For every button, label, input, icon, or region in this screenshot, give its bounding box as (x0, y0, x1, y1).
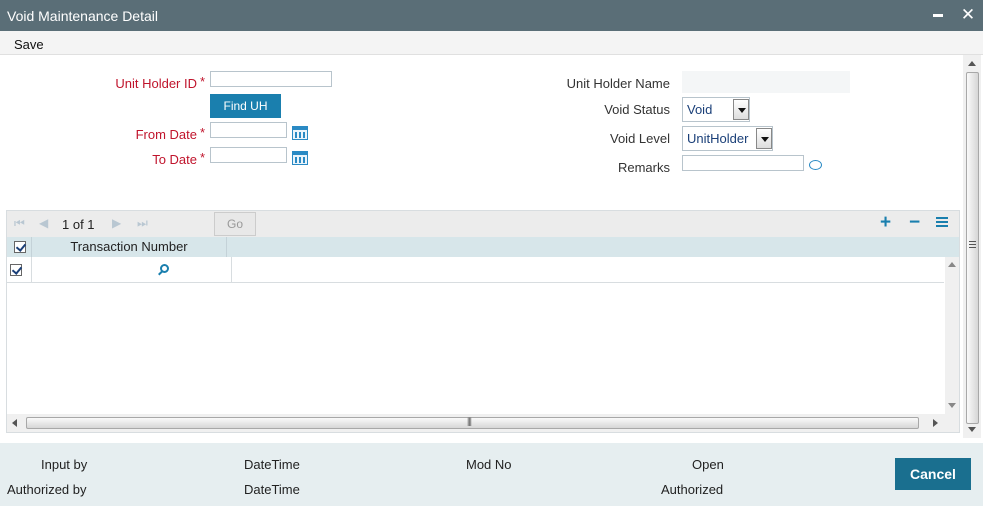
go-button[interactable]: Go (214, 212, 256, 236)
calendar-icon[interactable] (292, 151, 308, 165)
void-level-select[interactable]: UnitHolder (682, 126, 773, 151)
input-by-label: Input by (41, 457, 88, 472)
last-page-icon[interactable]: ⏭ (137, 217, 149, 229)
pager-text: 1 of 1 (62, 217, 95, 232)
audit-footer: Input by DateTime Mod No Open Authorized… (0, 443, 983, 506)
mod-no-label: Mod No (466, 457, 512, 472)
add-row-icon[interactable]: + (880, 213, 891, 233)
to-date-input[interactable] (210, 147, 287, 163)
required-marker: * (200, 125, 206, 140)
comment-bubble-icon[interactable] (809, 160, 822, 170)
window-titlebar: Void Maintenance Detail ✕ (0, 0, 983, 31)
chevron-down-icon[interactable] (756, 128, 772, 149)
find-uh-button[interactable]: Find UH (210, 94, 281, 118)
scroll-up-icon[interactable] (948, 262, 956, 267)
cancel-button[interactable]: Cancel (895, 458, 971, 490)
table-row (7, 257, 944, 283)
minimize-icon[interactable] (929, 5, 947, 25)
unit-holder-id-input[interactable] (210, 71, 332, 87)
search-icon[interactable] (160, 264, 169, 273)
select-all-checkbox[interactable] (14, 241, 26, 253)
authorized-by-label: Authorized by (7, 482, 87, 497)
grid-header: Transaction Number (7, 237, 959, 257)
next-page-icon[interactable]: ▶ (112, 217, 124, 229)
from-date-input[interactable] (210, 122, 287, 138)
scroll-thumb[interactable] (26, 416, 919, 429)
grid-horizontal-scrollbar[interactable] (7, 414, 959, 432)
transaction-grid: ⏮ ◀ 1 of 1 ▶ ⏭ Go + − Transaction Number (6, 210, 960, 433)
scroll-right-icon[interactable] (933, 419, 938, 427)
void-level-value: UnitHolder (687, 131, 749, 146)
scroll-down-icon[interactable] (948, 403, 956, 408)
delete-row-icon[interactable]: − (909, 213, 920, 233)
column-header-transaction-number[interactable]: Transaction Number (32, 237, 227, 257)
void-status-label: Void Status (604, 102, 670, 117)
remarks-input[interactable] (682, 155, 804, 171)
remarks-label: Remarks (617, 160, 670, 175)
single-view-icon[interactable] (936, 217, 948, 228)
from-date-label: From Date (135, 127, 197, 142)
header-check-cell (7, 237, 32, 257)
calendar-icon[interactable] (292, 126, 308, 140)
first-page-icon[interactable]: ⏮ (14, 217, 26, 229)
unit-holder-id-label: Unit Holder ID (115, 76, 197, 91)
main-content: Unit Holder ID * Find UH From Date * To … (0, 55, 963, 438)
unit-holder-name-label: Unit Holder Name (566, 76, 670, 91)
authorized-status-label: Authorized (661, 482, 724, 497)
required-marker: * (200, 150, 206, 165)
datetime-label: DateTime (244, 482, 300, 497)
void-status-select[interactable]: Void (682, 97, 750, 122)
close-icon[interactable]: ✕ (959, 5, 977, 25)
open-status-label: Open (692, 457, 724, 472)
scroll-up-icon[interactable] (968, 61, 976, 66)
void-status-value: Void (687, 102, 713, 117)
prev-page-icon[interactable]: ◀ (39, 217, 51, 229)
grid-vertical-scrollbar[interactable] (945, 257, 959, 414)
chevron-down-icon[interactable] (733, 99, 749, 120)
void-level-label: Void Level (610, 131, 670, 146)
scroll-down-icon[interactable] (968, 427, 976, 432)
menu-bar: Save (0, 31, 983, 55)
save-menu-item[interactable]: Save (14, 37, 44, 52)
to-date-label: To Date (152, 152, 197, 167)
scroll-thumb[interactable] (966, 72, 979, 424)
row-checkbox[interactable] (10, 264, 22, 276)
unit-holder-name-field (682, 71, 850, 93)
row-check-cell (7, 257, 32, 283)
datetime-label: DateTime (244, 457, 300, 472)
page-vertical-scrollbar[interactable] (963, 55, 981, 438)
grid-toolbar: ⏮ ◀ 1 of 1 ▶ ⏭ Go + − (7, 211, 959, 237)
required-marker: * (200, 74, 206, 89)
window-title: Void Maintenance Detail (7, 8, 158, 24)
scroll-left-icon[interactable] (12, 419, 17, 427)
transaction-number-cell[interactable] (32, 257, 232, 283)
